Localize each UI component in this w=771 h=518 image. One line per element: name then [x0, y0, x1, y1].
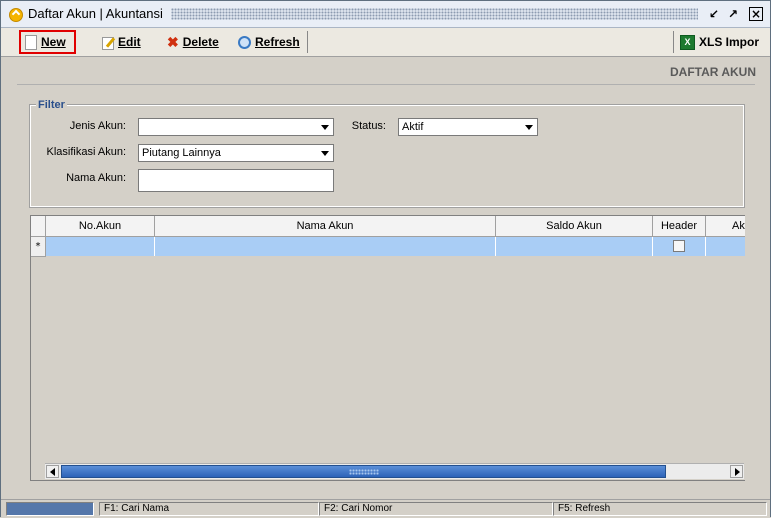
jenis-akun-label: Jenis Akun: — [69, 120, 126, 132]
title-bar: Daftar Akun | Akuntansi ↙ ↗ × — [1, 1, 770, 28]
cell-nama-akun[interactable] — [155, 237, 496, 256]
toolbar: New Edit ✖ Delete Refresh X XLS Impor — [1, 28, 770, 57]
column-header-ak[interactable]: Ak — [706, 216, 745, 236]
refresh-icon — [238, 35, 251, 49]
new-button-highlight — [19, 30, 76, 54]
status-progress-cell — [6, 502, 94, 516]
status-value: Aktif — [402, 121, 424, 133]
excel-icon: X — [680, 34, 695, 50]
table-header: No.Akun Nama Akun Saldo Akun Header Ak — [31, 216, 745, 237]
cell-saldo-akun[interactable] — [496, 237, 653, 256]
status-bar: F1: Cari Nama F2: Cari Nomor F5: Refresh — [1, 499, 770, 518]
scroll-left-arrow-icon[interactable] — [46, 465, 59, 478]
header-divider — [17, 84, 755, 85]
column-header-header[interactable]: Header — [653, 216, 706, 236]
xls-import-label: XLS Impor — [699, 35, 760, 49]
scroll-thumb-grip — [349, 469, 379, 475]
restore-icon[interactable]: ↙ — [707, 7, 721, 21]
nama-akun-label: Nama Akun: — [66, 172, 126, 184]
row-header-corner — [31, 216, 46, 236]
klasifikasi-akun-value: Piutang Lainnya — [142, 147, 221, 159]
cell-ak[interactable] — [706, 237, 745, 256]
cell-header[interactable] — [653, 237, 706, 256]
status-label: Status: — [351, 120, 386, 132]
header-checkbox[interactable] — [673, 240, 685, 252]
scroll-thumb[interactable] — [61, 465, 666, 478]
status-hint-f1: F1: Cari Nama — [99, 502, 319, 516]
new-row-marker: * — [31, 237, 46, 257]
dropdown-arrow-icon — [321, 125, 329, 130]
nama-akun-input[interactable] — [138, 169, 334, 192]
column-header-nama-akun[interactable]: Nama Akun — [155, 216, 496, 236]
dropdown-arrow-icon — [525, 125, 533, 130]
scroll-right-arrow-icon[interactable] — [730, 465, 743, 478]
close-icon[interactable]: × — [749, 7, 763, 21]
dropdown-arrow-icon — [321, 151, 329, 156]
status-hint-f5: F5: Refresh — [553, 502, 767, 516]
table-row[interactable] — [46, 237, 745, 256]
column-header-no-akun[interactable]: No.Akun — [46, 216, 155, 236]
klasifikasi-akun-label: Klasifikasi Akun: — [46, 146, 126, 158]
title-bar-grip[interactable] — [171, 8, 698, 20]
cell-no-akun[interactable] — [46, 237, 155, 256]
refresh-button-label: Refresh — [255, 35, 300, 49]
account-list-window: Daftar Akun | Akuntansi ↙ ↗ × New Edit ✖… — [0, 0, 771, 518]
horizontal-scrollbar[interactable] — [45, 463, 744, 479]
xls-import-button[interactable]: X XLS Impor — [680, 34, 759, 50]
column-header-saldo-akun[interactable]: Saldo Akun — [496, 216, 653, 236]
status-hint-f2: F2: Cari Nomor — [319, 502, 553, 516]
window-title: Daftar Akun | Akuntansi — [28, 6, 163, 21]
pencil-icon — [101, 36, 114, 50]
toolbar-separator — [673, 31, 674, 53]
klasifikasi-akun-select[interactable]: Piutang Lainnya — [138, 144, 334, 162]
status-select[interactable]: Aktif — [398, 118, 538, 136]
toolbar-separator — [307, 31, 308, 53]
edit-button[interactable]: Edit — [101, 34, 141, 50]
maximize-icon[interactable]: ↗ — [726, 7, 740, 21]
edit-button-label: Edit — [118, 35, 141, 49]
delete-button-label: Delete — [182, 35, 219, 49]
app-icon — [9, 8, 23, 22]
delete-x-icon: ✖ — [167, 33, 179, 50]
jenis-akun-select[interactable] — [138, 118, 334, 136]
account-table: No.Akun Nama Akun Saldo Akun Header Ak * — [30, 215, 745, 481]
filter-legend: Filter — [36, 99, 67, 111]
delete-button[interactable]: ✖ Delete — [167, 34, 219, 50]
refresh-button[interactable]: Refresh — [238, 34, 300, 50]
page-title: DAFTAR AKUN — [670, 65, 756, 79]
